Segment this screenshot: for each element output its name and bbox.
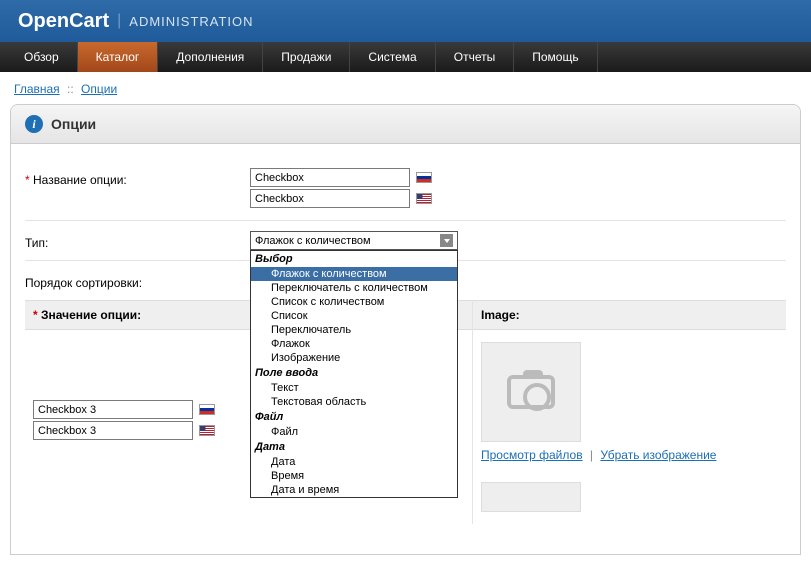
menu-overview[interactable]: Обзор (6, 42, 78, 72)
dd-opt[interactable]: Флажок (251, 337, 457, 351)
dd-opt[interactable]: Дата и время (251, 483, 457, 497)
label-type: Тип: (25, 231, 250, 250)
menu-extensions[interactable]: Дополнения (158, 42, 263, 72)
breadcrumb-home[interactable]: Главная (14, 82, 60, 96)
dd-opt[interactable]: Список (251, 309, 457, 323)
image-placeholder[interactable] (481, 342, 581, 442)
dd-opt[interactable]: Файл (251, 425, 457, 439)
dd-group-file: Файл (251, 409, 457, 425)
panel-body: * Название опции: Тип: Флажок с кол (11, 144, 800, 554)
type-select[interactable]: Флажок с количеством (250, 231, 458, 250)
row-type: Тип: Флажок с количеством Выбор Флажок с… (25, 221, 786, 261)
camera-icon (507, 375, 555, 409)
breadcrumb-sep: :: (67, 82, 74, 96)
next-image-placeholder (481, 482, 581, 512)
dd-group-choice: Выбор (251, 251, 457, 267)
info-icon: i (25, 115, 43, 133)
menu-system[interactable]: Система (350, 42, 435, 72)
fields-type: Флажок с количеством Выбор Флажок с коли… (250, 231, 786, 250)
image-links: Просмотр файлов | Убрать изображение (481, 448, 778, 462)
type-dropdown: Выбор Флажок с количеством Переключатель… (250, 250, 458, 498)
menu-help[interactable]: Помощь (514, 42, 597, 72)
app-header: OpenCart | ADMINISTRATION (0, 0, 811, 42)
type-select-wrap: Флажок с количеством Выбор Флажок с коли… (250, 231, 458, 250)
dd-opt[interactable]: Список с количеством (251, 295, 457, 309)
label-option-name: * Название опции: (25, 168, 250, 187)
logo-divider: | (117, 12, 121, 30)
breadcrumb: Главная :: Опции (0, 72, 811, 104)
required-mark: * (25, 173, 30, 187)
dd-opt[interactable]: Текстовая область (251, 395, 457, 409)
dd-group-date: Дата (251, 439, 457, 455)
fields-option-name (250, 168, 786, 210)
image-heading: Image: (473, 300, 786, 330)
chevron-down-icon (440, 234, 453, 247)
link-divider: | (590, 448, 593, 462)
menu-reports[interactable]: Отчеты (436, 42, 514, 72)
flag-ru-icon (416, 172, 432, 183)
panel-title: Опции (51, 116, 96, 132)
label-sort: Порядок сортировки: (25, 271, 250, 290)
row-option-name: * Название опции: (25, 158, 786, 221)
dd-group-input: Поле ввода (251, 365, 457, 381)
dd-opt[interactable]: Флажок с количеством (251, 267, 457, 281)
breadcrumb-current[interactable]: Опции (81, 82, 117, 96)
dd-opt[interactable]: Изображение (251, 351, 457, 365)
image-body: Просмотр файлов | Убрать изображение (473, 330, 786, 524)
option-name-ru-input[interactable] (250, 168, 410, 187)
browse-files-link[interactable]: Просмотр файлов (481, 448, 583, 462)
value-name-en-input[interactable] (33, 421, 193, 440)
panel-header: i Опции (11, 105, 800, 144)
dd-opt[interactable]: Переключатель с количеством (251, 281, 457, 295)
menu-catalog[interactable]: Каталог (78, 42, 159, 72)
logo-text: OpenCart (18, 10, 109, 33)
dd-opt[interactable]: Переключатель (251, 323, 457, 337)
option-name-en-input[interactable] (250, 189, 410, 208)
type-select-value: Флажок с количеством (255, 235, 371, 247)
content-panel: i Опции * Название опции: Тип: (10, 104, 801, 555)
clear-image-link[interactable]: Убрать изображение (600, 448, 716, 462)
main-menu: Обзор Каталог Дополнения Продажи Система… (0, 42, 811, 72)
dd-opt[interactable]: Текст (251, 381, 457, 395)
flag-ru-icon (199, 404, 215, 415)
flag-us-icon (199, 425, 215, 436)
dd-opt[interactable]: Время (251, 469, 457, 483)
dd-opt[interactable]: Дата (251, 455, 457, 469)
required-mark: * (33, 308, 38, 322)
values-right-column: Image: Просмотр файлов | Убрать изображе… (473, 300, 786, 524)
header-subtitle: ADMINISTRATION (129, 14, 253, 29)
menu-sales[interactable]: Продажи (263, 42, 350, 72)
flag-us-icon (416, 193, 432, 204)
value-name-ru-input[interactable] (33, 400, 193, 419)
